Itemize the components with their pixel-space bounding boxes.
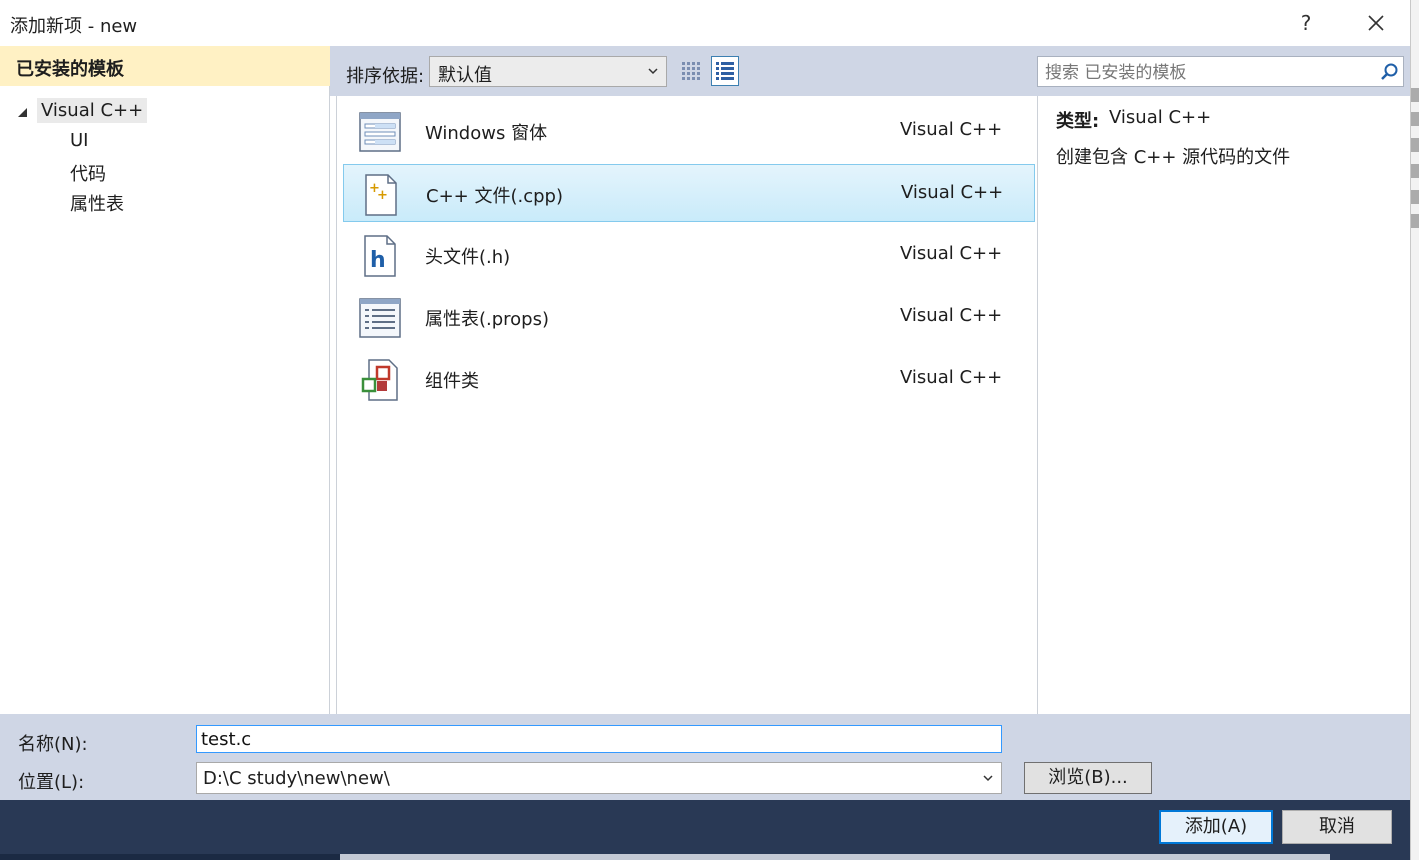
grid-view-icon [682, 62, 700, 80]
template-name: 组件类 [425, 371, 479, 392]
tree-item-code[interactable]: 代码 [70, 160, 106, 186]
location-dropdown[interactable]: D:\C study\new\new\ [196, 762, 1002, 794]
installed-templates-header: 已安装的模板 [0, 46, 330, 86]
search-icon[interactable] [1379, 62, 1399, 82]
template-type: Visual C++ [901, 182, 1004, 203]
info-type-label: 类型: [1056, 111, 1100, 132]
sort-by-dropdown[interactable]: 默认值 [429, 56, 667, 87]
template-search-input[interactable] [1038, 57, 1377, 88]
template-item-property-sheet[interactable]: 属性表(.props) Visual C++ [343, 288, 1035, 346]
template-type: Visual C++ [900, 367, 1003, 388]
add-new-item-dialog: 添加新项 - new ? 已安装的模板 Visual C++ UI 代码 属性表… [0, 0, 1410, 860]
name-label: 名称(N): [18, 734, 88, 755]
footer-divider [0, 854, 340, 860]
item-settings-area: 名称(N): 位置(L): D:\C study\new\new\ 浏览(B).… [0, 714, 1410, 800]
svg-text:+: + [377, 188, 388, 203]
help-button[interactable]: ? [1290, 6, 1322, 40]
small-icons-view-button[interactable] [678, 56, 706, 86]
dialog-title: 添加新项 - new [10, 16, 138, 37]
template-name: 头文件(.h) [425, 247, 511, 268]
tree-item-label: Visual C++ [37, 98, 148, 123]
location-value: D:\C study\new\new\ [203, 768, 390, 789]
windows-form-icon [359, 112, 401, 152]
svg-text:h: h [370, 248, 386, 273]
header-file-icon: h [364, 235, 396, 277]
template-info-panel: 类型: Visual C++ 创建包含 C++ 源代码的文件 [1038, 96, 1410, 714]
sort-by-value: 默认值 [438, 65, 492, 86]
template-category-panel: 已安装的模板 Visual C++ UI 代码 属性表 [0, 46, 330, 714]
footer-divider-light [340, 854, 1330, 860]
info-type-value: Visual C++ [1109, 107, 1212, 128]
template-item-header-file[interactable]: h 头文件(.h) Visual C++ [343, 226, 1035, 284]
close-button[interactable] [1358, 6, 1394, 40]
close-icon [1368, 15, 1384, 31]
property-sheet-icon [359, 298, 401, 338]
template-name: C++ 文件(.cpp) [426, 186, 563, 207]
title-bar: 添加新项 - new ? [0, 0, 1410, 46]
installed-templates-label: 已安装的模板 [16, 59, 124, 80]
background-window-edge [1410, 0, 1419, 860]
template-type: Visual C++ [900, 305, 1003, 326]
template-type: Visual C++ [900, 119, 1003, 140]
component-class-icon [361, 359, 398, 401]
list-view-icon [716, 62, 734, 80]
expand-arrow-icon[interactable] [16, 98, 30, 126]
template-toolbar: 排序依据: 默认值 [330, 46, 1410, 96]
template-name: 属性表(.props) [425, 309, 550, 330]
tree-item-property-sheet[interactable]: 属性表 [70, 190, 124, 216]
name-input[interactable] [196, 725, 1002, 753]
browse-button[interactable]: 浏览(B)... [1024, 762, 1152, 794]
template-type: Visual C++ [900, 243, 1003, 264]
location-label: 位置(L): [18, 772, 85, 793]
template-item-cpp-file[interactable]: + + C++ 文件(.cpp) Visual C++ [343, 164, 1035, 222]
template-name: Windows 窗体 [425, 123, 548, 144]
template-item-windows-form[interactable]: Windows 窗体 Visual C++ [343, 102, 1035, 160]
info-description: 创建包含 C++ 源代码的文件 [1056, 147, 1291, 168]
details-view-button[interactable] [711, 56, 739, 86]
chevron-down-icon [983, 775, 993, 782]
chevron-down-icon [648, 68, 658, 75]
cpp-file-icon: + + [365, 174, 397, 216]
tree-item-ui[interactable]: UI [70, 130, 88, 151]
cancel-button[interactable]: 取消 [1282, 810, 1392, 844]
add-button[interactable]: 添加(A) [1159, 810, 1273, 844]
template-item-component-class[interactable]: 组件类 Visual C++ [343, 350, 1035, 408]
template-list: Windows 窗体 Visual C++ + + C++ 文件(.cpp) V… [336, 96, 1038, 714]
sort-by-label: 排序依据: [346, 66, 425, 87]
template-search-box [1037, 56, 1404, 88]
